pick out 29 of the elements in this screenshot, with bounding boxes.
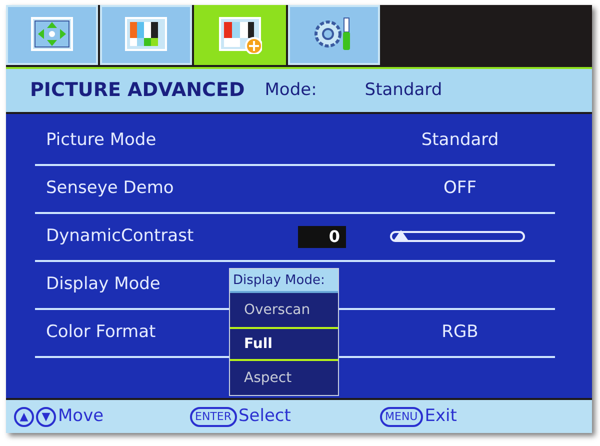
menu-title: PICTURE ADVANCED bbox=[30, 78, 245, 104]
tab[interactable] bbox=[6, 5, 98, 65]
setting-value: RGB bbox=[440, 321, 480, 344]
setting-label: Senseye Demo bbox=[46, 178, 174, 198]
color-bars-icon bbox=[124, 16, 168, 54]
key-badge: MENU bbox=[380, 406, 423, 427]
mode-label: Mode: bbox=[264, 78, 317, 102]
dropdown-option[interactable]: Full bbox=[230, 326, 338, 361]
value-field: 0 bbox=[298, 226, 346, 248]
key-badge: ENTER bbox=[190, 406, 236, 427]
dropdown-option[interactable]: Aspect bbox=[230, 360, 338, 395]
setting-label: Color Format bbox=[46, 322, 156, 342]
color-bars-plus-icon bbox=[218, 16, 262, 54]
tab[interactable] bbox=[100, 5, 192, 65]
setting-value: OFF bbox=[442, 177, 478, 200]
dropdown-title: Display Mode: bbox=[230, 268, 338, 293]
key-badge: ▲ bbox=[14, 406, 34, 427]
slider-thumb[interactable] bbox=[394, 230, 408, 240]
setting-label: Display Mode bbox=[46, 274, 160, 294]
key-action-label: Select bbox=[238, 404, 291, 428]
key-action-label: Move bbox=[58, 404, 104, 428]
setting-label: DynamicContrast bbox=[46, 226, 194, 246]
setting-label: Picture Mode bbox=[46, 130, 156, 150]
mode-value: Standard bbox=[364, 78, 442, 102]
setting-value: Standard bbox=[420, 129, 500, 152]
arrows-icon bbox=[30, 16, 74, 54]
dropdown-option[interactable]: Overscan bbox=[230, 292, 338, 327]
key-action-label: Exit bbox=[424, 404, 457, 428]
key-badge: ▼ bbox=[36, 406, 56, 427]
